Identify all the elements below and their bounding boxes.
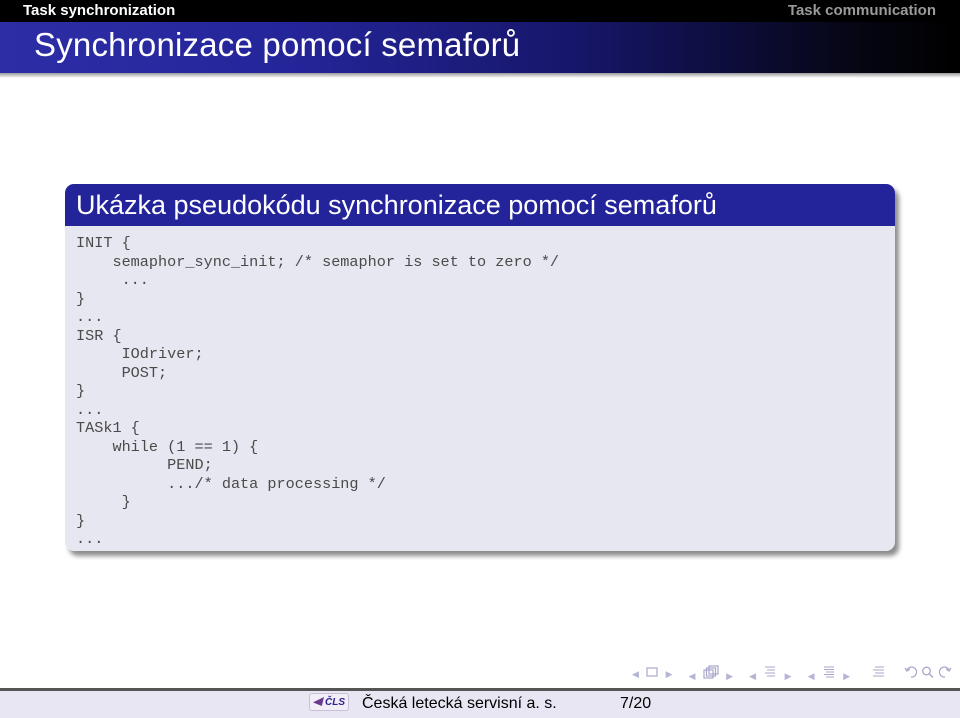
frame-title-shadow bbox=[0, 73, 960, 78]
code-line: ... bbox=[76, 308, 104, 326]
nav-prev-document-icon[interactable]: ◀ bbox=[808, 671, 815, 682]
code-block: Ukázka pseudokódu synchronizace pomocí s… bbox=[65, 184, 895, 551]
code-listing: INIT { semaphor_sync_init; /* semaphor i… bbox=[65, 226, 895, 549]
headline-bar: Task synchronization Task communication bbox=[0, 0, 960, 22]
nav-document-group: ◀ ▶ bbox=[804, 665, 855, 682]
nav-prev-frame-icon[interactable]: ◀ bbox=[632, 669, 639, 680]
nav-subsection-group: ◀ ▶ bbox=[685, 664, 738, 682]
frame-title: Synchronizace pomocí semaforů bbox=[34, 26, 521, 63]
navigation-symbols: ◀ ▶ ◀ ▶ ◀ ▶ ◀ ▶ bbox=[628, 663, 960, 683]
code-line: } bbox=[76, 511, 86, 530]
nav-prev-subsection-icon[interactable]: ◀ bbox=[689, 671, 696, 682]
code-line: ... bbox=[76, 400, 104, 419]
company-name: Česká letecká servisní a. s. bbox=[362, 695, 557, 712]
nav-next-section-icon[interactable]: ▶ bbox=[785, 671, 792, 682]
code-line: ... bbox=[76, 271, 149, 289]
plane-icon bbox=[313, 697, 324, 706]
code-line: ISR { bbox=[76, 326, 122, 345]
section-icon[interactable] bbox=[763, 665, 777, 679]
code-line: } bbox=[76, 382, 86, 400]
cls-logo: ČLS bbox=[309, 693, 349, 711]
code-line: POST; bbox=[76, 363, 168, 382]
document-icon[interactable] bbox=[822, 665, 836, 679]
nav-prev-section-icon[interactable]: ◀ bbox=[749, 671, 756, 682]
align-icon[interactable] bbox=[872, 665, 886, 679]
section-link-task-synchronization[interactable]: Task synchronization bbox=[23, 2, 175, 19]
code-line: TASk1 { bbox=[76, 419, 140, 437]
nav-search-group bbox=[904, 665, 952, 682]
frame-title-bar: Synchronizace pomocí semaforů bbox=[0, 22, 960, 73]
nav-next-frame-icon[interactable]: ▶ bbox=[666, 669, 673, 680]
nav-next-subsection-icon[interactable]: ▶ bbox=[726, 671, 733, 682]
frame-icon[interactable] bbox=[646, 667, 658, 677]
logo-text: ČLS bbox=[325, 697, 345, 708]
code-line: while (1 == 1) { bbox=[76, 437, 259, 456]
nav-frame-group: ◀ ▶ bbox=[628, 666, 677, 680]
nav-align-group bbox=[872, 665, 886, 682]
block-title: Ukázka pseudokódu synchronizace pomocí s… bbox=[65, 184, 895, 226]
subsection-icon[interactable] bbox=[703, 664, 719, 679]
page-number: 7/20 bbox=[620, 695, 652, 712]
back-icon[interactable] bbox=[904, 665, 918, 679]
nav-section-group: ◀ ▶ bbox=[745, 665, 796, 682]
nav-next-document-icon[interactable]: ▶ bbox=[843, 671, 850, 682]
code-line: } bbox=[76, 493, 131, 511]
code-line: } bbox=[76, 289, 86, 308]
code-line: ... bbox=[76, 530, 104, 548]
code-line: .../* data processing */ bbox=[76, 474, 386, 493]
code-line: IOdriver; bbox=[76, 345, 204, 363]
search-icon[interactable] bbox=[921, 665, 934, 679]
code-line: semaphor_sync_init; /* semaphor is set t… bbox=[76, 252, 560, 271]
code-line: INIT { bbox=[76, 234, 131, 252]
code-line: PEND; bbox=[76, 456, 213, 474]
forward-icon[interactable] bbox=[938, 665, 952, 679]
footline-bar: ČLS Česká letecká servisní a. s. 7/20 bbox=[0, 688, 960, 718]
section-link-task-communication[interactable]: Task communication bbox=[788, 2, 936, 19]
